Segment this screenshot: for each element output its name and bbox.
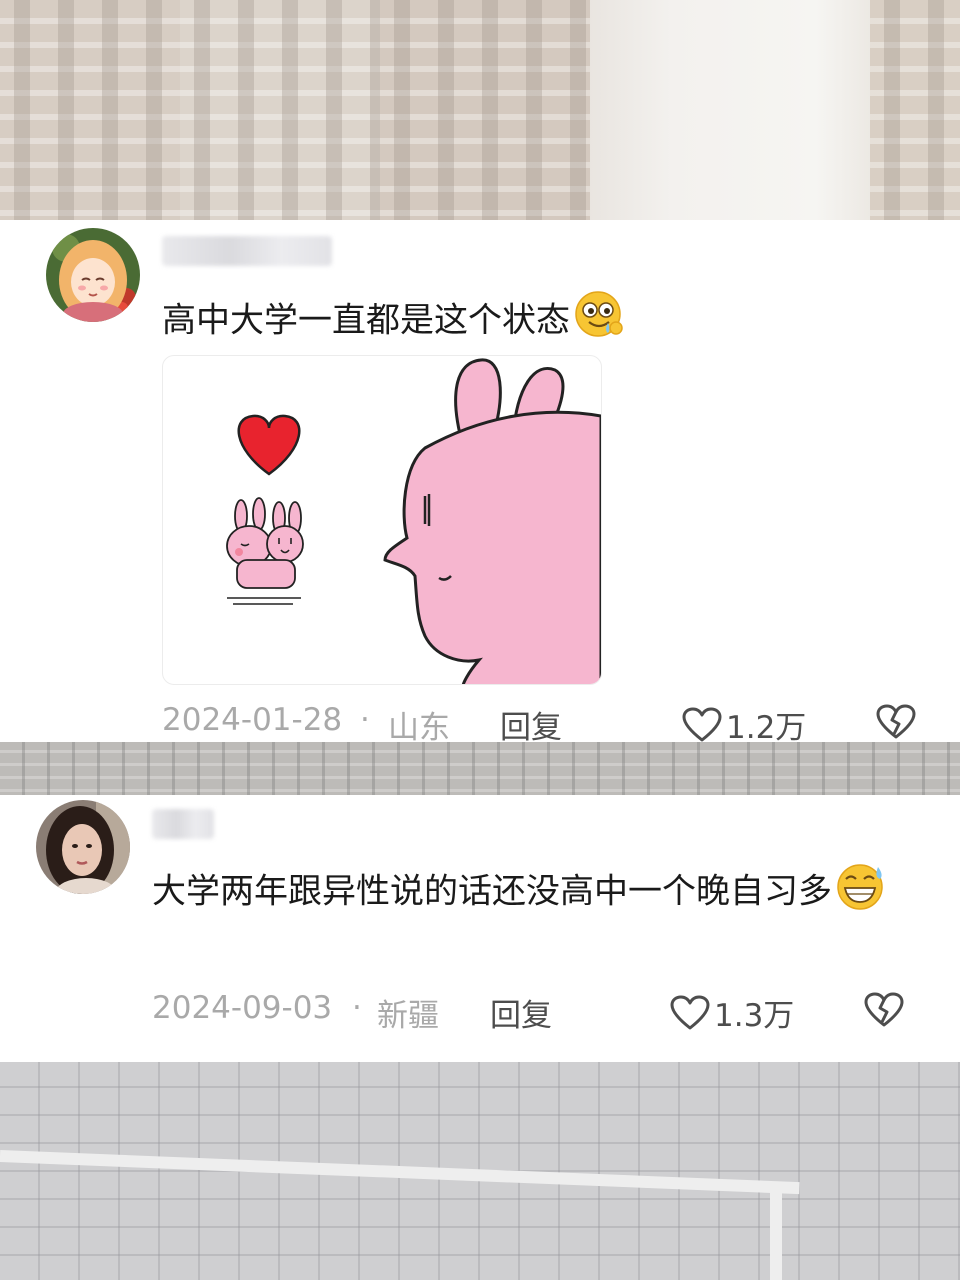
dislike-button[interactable] [864,992,904,1036]
apartment-building [180,0,380,220]
comment-date: 2024-09-03 [152,990,333,1026]
comment-region: 新疆 [377,998,439,1034]
reply-button[interactable]: 回复 [490,990,552,1035]
username-blurred[interactable] [162,236,332,266]
like-button[interactable]: 1.3万 [670,990,794,1035]
drooling-face-emoji-icon [572,290,626,354]
heart-outline-icon [682,707,722,741]
fence [0,740,960,795]
comment-date: 2024-01-28 [162,702,343,738]
court-line [770,1190,782,1280]
comment-card: 高中大学一直都是这个状态 2024-01-28 · 山东 回复 1.2万 [0,220,960,746]
apartment-building [380,0,590,220]
apartment-building [870,0,960,220]
meta-separator: · [360,702,370,738]
dislike-button[interactable] [876,704,916,748]
sticker-image[interactable] [162,355,602,685]
comment-meta: 2024-01-28 · 山东 回复 1.2万 [0,702,960,746]
avatar[interactable] [36,800,130,894]
username-blurred[interactable] [152,809,214,839]
comment-card: 大学两年跟异性说的话还没高中一个晚自习多 2024-09-03 · 新疆 回复 … [0,795,960,1062]
grinning-sweat-face-emoji-icon [834,861,888,925]
comment-region: 山东 [388,710,450,746]
apartment-building [0,0,180,220]
like-button[interactable]: 1.2万 [682,702,806,747]
comment-text-content: 高中大学一直都是这个状态 [162,300,570,341]
comment-text-content: 大学两年跟异性说的话还没高中一个晚自习多 [152,871,832,912]
like-count: 1.3万 [714,998,795,1034]
like-count: 1.2万 [726,710,807,746]
heart-outline-icon [670,995,710,1029]
comment-meta: 2024-09-03 · 新疆 回复 1.3万 [0,990,960,1034]
meta-separator: · [352,990,362,1026]
comment-text: 高中大学一直都是这个状态 [162,290,882,354]
broken-heart-icon [876,704,916,739]
comment-text: 大学两年跟异性说的话还没高中一个晚自习多 [152,861,912,925]
reply-button[interactable]: 回复 [500,702,562,747]
avatar[interactable] [46,228,140,322]
broken-heart-icon [864,992,904,1027]
